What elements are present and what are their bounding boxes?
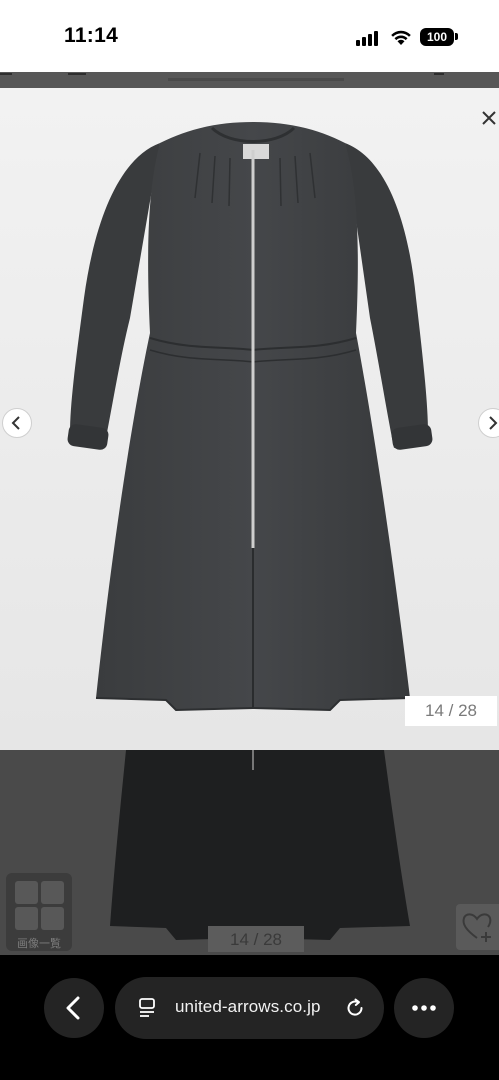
prev-image-button[interactable]: [2, 408, 32, 438]
image-counter: 14 / 28: [405, 696, 497, 726]
close-icon[interactable]: [477, 108, 499, 132]
background-image-counter: 14 / 28: [208, 926, 304, 952]
address-bar[interactable]: united-arrows.co.jp: [115, 977, 384, 1039]
status-bar: 11:14 100: [0, 0, 499, 72]
more-icon: [412, 1005, 436, 1011]
background-product-image: [110, 750, 410, 940]
heart-plus-icon: [462, 913, 492, 942]
more-button[interactable]: [394, 978, 454, 1038]
cellular-signal-icon: [356, 30, 382, 46]
battery-indicator: 100: [420, 28, 454, 46]
chevron-left-icon: [66, 996, 80, 1020]
image-list-button[interactable]: 画像一覧: [6, 873, 72, 951]
page-menu-icon[interactable]: [137, 997, 159, 1019]
reload-icon[interactable]: [343, 996, 367, 1020]
background-page-dimmed: 画像一覧 14 / 28: [0, 750, 499, 955]
wifi-icon: [391, 30, 411, 45]
status-time: 11:14: [64, 24, 119, 47]
browser-toolbar: united-arrows.co.jp: [0, 955, 499, 1080]
next-image-button[interactable]: [478, 408, 499, 438]
product-image: [0, 88, 499, 750]
back-button[interactable]: [44, 978, 104, 1038]
image-list-label: 画像一覧: [17, 938, 61, 950]
chevron-right-icon: [489, 416, 498, 430]
battery-tip: [455, 33, 458, 40]
favorite-button[interactable]: [456, 904, 499, 950]
chevron-left-icon: [11, 416, 20, 430]
url-text: united-arrows.co.jp: [175, 997, 321, 1016]
image-viewer[interactable]: 14 / 28: [0, 88, 499, 750]
page-header-dimmed: [0, 72, 499, 88]
